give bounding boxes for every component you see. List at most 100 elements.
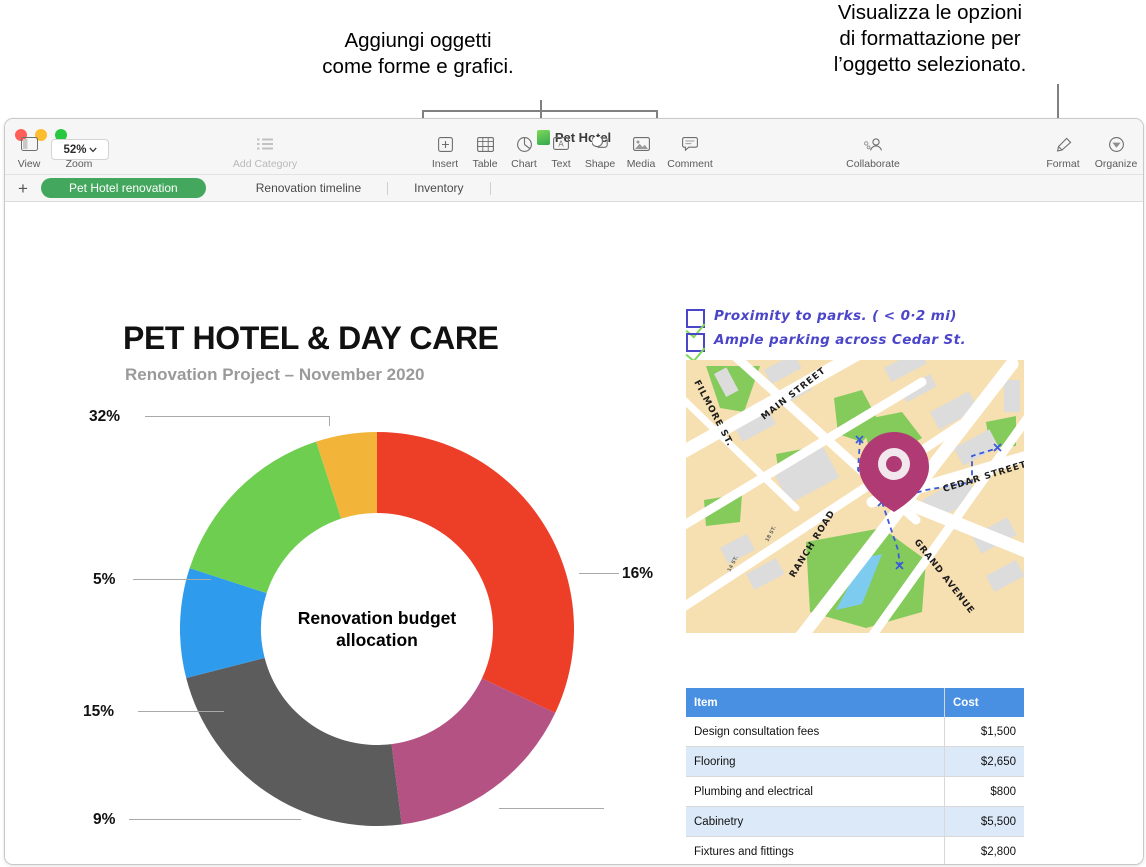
numbers-app-window: Pet Hotel View 52% Zoom Add Category Ins… <box>4 118 1144 865</box>
svg-text:A: A <box>558 140 564 149</box>
table-row[interactable]: Cabinetry $5,500 <box>686 806 1024 837</box>
chart-label: Chart <box>511 158 537 170</box>
cell-item[interactable]: Design consultation fees <box>686 717 945 747</box>
page-title: PET HOTEL & DAY CARE <box>123 320 499 356</box>
window-titlebar: Pet Hotel View 52% Zoom Add Category Ins… <box>5 119 1143 175</box>
sheet-canvas: PET HOTEL & DAY CARE Renovation Project … <box>5 202 1143 864</box>
checkbox-checked-icon[interactable] <box>686 333 705 352</box>
zoom-label: Zoom <box>65 158 93 170</box>
tab-separator-2 <box>489 181 491 195</box>
sheet-tab-bar: + Pet Hotel renovation Renovation timeli… <box>5 175 1143 202</box>
comment-label: Comment <box>667 158 713 170</box>
sidebar-icon <box>11 137 47 157</box>
donut-leader-23 <box>499 808 604 809</box>
location-map-image[interactable]: FILMORE ST. MAIN STREET CEDAR STREET RAN… <box>686 360 1024 633</box>
sheet-tab-renovation-timeline[interactable]: Renovation timeline <box>240 178 377 198</box>
checklist-item-ample-parking[interactable]: Ample parking across Cedar St. <box>686 332 1036 352</box>
cell-cost[interactable]: $5,500 <box>944 806 1024 837</box>
collaborate-label: Collaborate <box>846 158 900 170</box>
cell-cost[interactable]: $2,650 <box>944 746 1024 777</box>
chevron-down-icon <box>88 147 97 152</box>
pie-chart-icon <box>503 137 545 157</box>
text-button[interactable]: A Text <box>541 137 581 170</box>
donut-leader-9 <box>129 819 301 820</box>
donut-center-line2: allocation <box>336 630 418 650</box>
list-icon <box>210 137 320 157</box>
handwritten-checklist: Proximity to parks. ( < 0·2 mi) Ample pa… <box>686 308 1036 356</box>
donut-slice-flooring[interactable] <box>189 441 342 594</box>
format-label: Format <box>1046 158 1080 170</box>
chart-button[interactable]: Chart <box>503 137 545 170</box>
shape-icon <box>578 135 622 157</box>
insert-button[interactable]: Insert <box>423 137 467 170</box>
callout-insert-objects-line2: come forme e grafici. <box>322 55 514 78</box>
checklist-item-proximity-to-parks[interactable]: Proximity to parks. ( < 0·2 mi) <box>686 308 1036 328</box>
budget-donut-chart[interactable]: Renovation budget allocation <box>177 429 577 829</box>
donut-label-15: 15% <box>83 703 115 720</box>
checkbox-checked-icon[interactable] <box>686 309 705 328</box>
shape-button[interactable]: Shape <box>578 135 622 170</box>
cell-item[interactable]: Flooring <box>686 746 945 777</box>
callout-left-stem <box>540 100 542 118</box>
checklist-item-label: Ample parking across Cedar St. <box>714 332 966 348</box>
column-header-item[interactable]: Item <box>686 688 945 717</box>
table-row[interactable]: Flooring $2,650 <box>686 746 1024 777</box>
collaborate-button[interactable]: Collaborate <box>835 137 911 170</box>
cell-cost[interactable]: $800 <box>944 776 1024 807</box>
table-label: Table <box>472 158 498 170</box>
callout-insert-objects-line1: Aggiungi oggetti <box>344 29 492 52</box>
callout-left-bracket-bar <box>422 110 658 112</box>
media-button[interactable]: Media <box>619 137 663 170</box>
donut-label-9: 9% <box>93 811 116 828</box>
donut-slice-cabinetry[interactable] <box>377 432 574 713</box>
donut-leader-5 <box>133 579 211 580</box>
view-button[interactable]: View <box>11 137 47 170</box>
cost-table-head: Item Cost <box>686 688 1024 717</box>
callout-format-options-line3: l’oggetto selezionato. <box>833 53 1027 76</box>
callout-format-options-line2: di formattazione per <box>839 27 1021 50</box>
sheet-tab-inventory[interactable]: Inventory <box>398 178 479 198</box>
callout-format-options: Visualizza le opzioni di formattazione p… <box>770 0 1090 78</box>
donut-slice-labor[interactable] <box>186 657 402 826</box>
shape-label: Shape <box>584 158 616 170</box>
checklist-item-label: Proximity to parks. ( < 0·2 mi) <box>714 308 957 324</box>
donut-leader-16 <box>579 573 619 574</box>
cost-table-header-row: Item Cost <box>686 688 1024 717</box>
media-image-icon <box>619 137 663 157</box>
collaborate-person-icon <box>835 137 911 157</box>
donut-leader-32 <box>145 416 330 417</box>
comment-button[interactable]: Comment <box>661 137 719 170</box>
format-button[interactable]: Format <box>1040 137 1086 170</box>
donut-label-32: 32% <box>89 408 121 425</box>
cell-item[interactable]: Cabinetry <box>686 806 945 837</box>
zoom-label-wrap: Zoom <box>51 157 107 170</box>
donut-center-label: Renovation budget allocation <box>277 607 477 651</box>
insert-label: Insert <box>431 158 459 170</box>
donut-center-line1: Renovation budget <box>297 608 457 628</box>
text-box-icon: A <box>541 137 581 157</box>
cell-item[interactable]: Plumbing and electrical <box>686 776 945 807</box>
callout-insert-objects: Aggiungi oggetti come forme e grafici. <box>258 28 578 80</box>
organize-button[interactable]: Organize <box>1088 137 1143 170</box>
table-row[interactable]: Plumbing and electrical $800 <box>686 776 1024 807</box>
sheet-tab-pet-hotel-renovation[interactable]: Pet Hotel renovation <box>41 178 206 198</box>
table-button[interactable]: Table <box>464 137 506 170</box>
cost-table[interactable]: Item Cost Design consultation fees $1,50… <box>686 688 1024 864</box>
donut-label-5: 5% <box>93 571 116 588</box>
tab-separator-1 <box>387 181 389 195</box>
view-label: View <box>17 158 41 170</box>
callout-format-options-line1: Visualizza le opzioni <box>837 1 1023 24</box>
column-header-cost[interactable]: Cost <box>944 688 1024 717</box>
cell-cost[interactable]: $2,800 <box>944 836 1024 864</box>
add-category-label: Add Category <box>232 158 298 170</box>
comment-icon <box>661 137 719 157</box>
cell-item[interactable]: Fixtures and fittings <box>686 836 945 864</box>
cost-table-body: Design consultation fees $1,500 Flooring… <box>686 717 1024 864</box>
table-row[interactable]: Fixtures and fittings $2,800 <box>686 836 1024 864</box>
add-sheet-button[interactable]: + <box>5 180 41 197</box>
donut-label-16: 16% <box>622 565 654 582</box>
table-row[interactable]: Design consultation fees $1,500 <box>686 717 1024 747</box>
add-category-button[interactable]: Add Category <box>210 137 320 170</box>
organize-label: Organize <box>1094 158 1138 170</box>
cell-cost[interactable]: $1,500 <box>944 717 1024 747</box>
